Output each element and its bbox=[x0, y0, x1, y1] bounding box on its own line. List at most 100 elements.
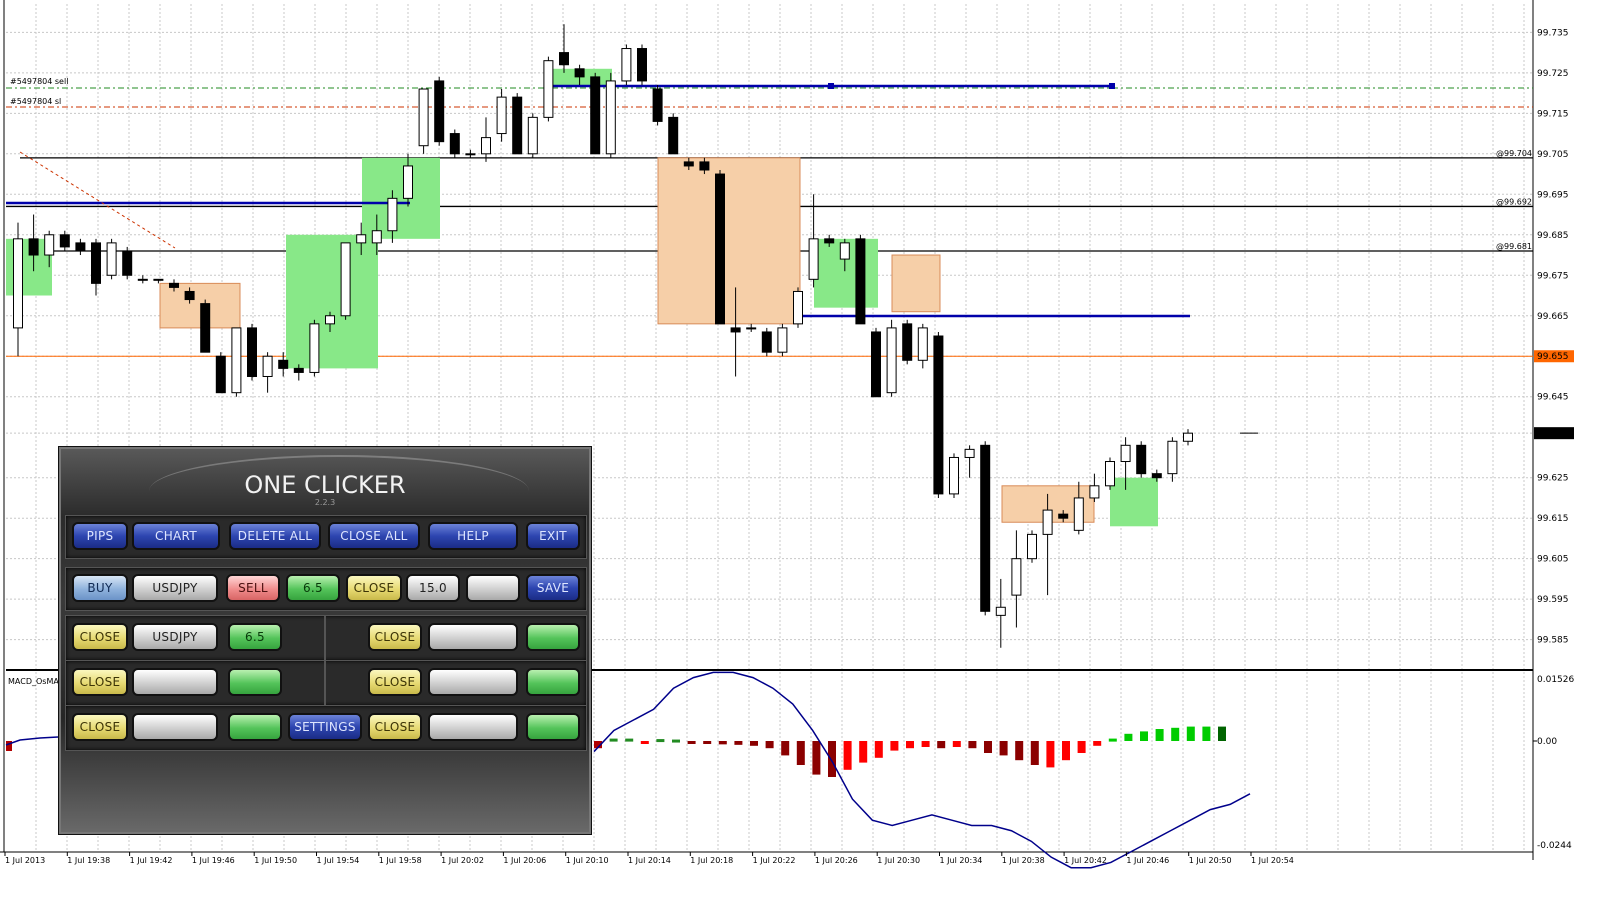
position-symbol-field[interactable] bbox=[428, 713, 518, 741]
trade-line-handle bbox=[828, 83, 834, 89]
candle-body bbox=[1136, 444, 1147, 475]
price-tick-label: 99.665 bbox=[1537, 312, 1569, 322]
help-button[interactable]: HELP bbox=[428, 522, 518, 550]
price-tick-label: 99.685 bbox=[1537, 231, 1569, 241]
candle-body bbox=[574, 68, 585, 78]
osma-bar bbox=[999, 741, 1008, 756]
osma-bar bbox=[1093, 741, 1102, 746]
position-lot-field[interactable] bbox=[228, 668, 282, 696]
osma-bar bbox=[1015, 741, 1024, 761]
pips-value-field[interactable]: 15.0 bbox=[406, 574, 460, 602]
candle-body bbox=[28, 238, 39, 256]
candle-body bbox=[200, 303, 211, 353]
price-tick-label: 99.735 bbox=[1537, 28, 1569, 38]
position-lot-field[interactable] bbox=[526, 668, 580, 696]
time-axis-label: 1 Jul 20:34 bbox=[940, 856, 983, 865]
empty-field[interactable] bbox=[466, 574, 520, 602]
buy-button[interactable]: BUY bbox=[72, 574, 128, 602]
osma-bar bbox=[874, 741, 883, 758]
chart-button[interactable]: CHART bbox=[132, 522, 220, 550]
candle-body bbox=[793, 290, 803, 325]
candle-body bbox=[434, 80, 445, 143]
candle-body bbox=[262, 355, 273, 377]
time-axis-label: 1 Jul 19:50 bbox=[254, 856, 297, 865]
close-button[interactable]: CLOSE bbox=[368, 668, 422, 696]
candle-body bbox=[75, 242, 86, 252]
osma-bar bbox=[1202, 726, 1211, 741]
settings-button[interactable]: SETTINGS bbox=[288, 713, 362, 741]
candle-body bbox=[839, 242, 850, 260]
time-axis-label: 1 Jul 20:54 bbox=[1251, 856, 1294, 865]
candle-body bbox=[59, 234, 70, 248]
time-axis-label: 1 Jul 20:18 bbox=[690, 856, 733, 865]
candle-body bbox=[590, 76, 601, 155]
price-tick-label: 99.705 bbox=[1537, 150, 1569, 160]
osma-bar bbox=[1171, 727, 1180, 741]
position-symbol-field[interactable] bbox=[132, 668, 218, 696]
close-button[interactable]: CLOSE bbox=[368, 623, 422, 651]
position-lot-field[interactable] bbox=[526, 623, 580, 651]
osma-bar bbox=[937, 741, 946, 749]
candle-body bbox=[293, 367, 304, 373]
time-axis-label: 1 Jul 19:46 bbox=[192, 856, 235, 865]
close-button[interactable]: CLOSE bbox=[368, 713, 422, 741]
osma-bar bbox=[625, 738, 634, 742]
close-all-button[interactable]: CLOSE ALL bbox=[328, 522, 420, 550]
close-button[interactable]: CLOSE bbox=[72, 668, 128, 696]
pips-button[interactable]: PIPS bbox=[72, 522, 128, 550]
position-lot-field[interactable]: 6.5 bbox=[228, 623, 282, 651]
sell-button[interactable]: SELL bbox=[226, 574, 280, 602]
divider bbox=[324, 616, 326, 660]
candle-body bbox=[481, 137, 491, 155]
close-button[interactable]: CLOSE bbox=[72, 713, 128, 741]
osma-bar bbox=[750, 741, 758, 746]
save-button[interactable]: SAVE bbox=[526, 574, 580, 602]
candle-body bbox=[371, 230, 382, 244]
candle-body bbox=[340, 242, 351, 317]
position-lot-field[interactable] bbox=[228, 713, 282, 741]
time-axis-label: 1 Jul 19:38 bbox=[67, 856, 110, 865]
range-box bbox=[362, 157, 440, 239]
price-tick-label: 99.605 bbox=[1537, 555, 1569, 565]
time-axis-label: 1 Jul 20:22 bbox=[753, 856, 796, 865]
osma-bar bbox=[640, 741, 649, 744]
position-symbol-field[interactable] bbox=[428, 623, 518, 651]
candle-body bbox=[325, 315, 335, 325]
osma-bar bbox=[1077, 741, 1086, 753]
exit-button[interactable]: EXIT bbox=[526, 522, 580, 550]
osma-bar bbox=[890, 741, 899, 751]
position-symbol-field[interactable] bbox=[132, 713, 218, 741]
position-lot-field[interactable] bbox=[526, 713, 580, 741]
candle-body bbox=[730, 327, 741, 333]
osma-bar bbox=[609, 738, 618, 742]
divider bbox=[324, 661, 326, 705]
delete-all-button[interactable]: DELETE ALL bbox=[229, 522, 321, 550]
time-axis-label: 1 Jul 20:02 bbox=[441, 856, 484, 865]
osma-bar bbox=[952, 741, 961, 747]
candle-body bbox=[1167, 440, 1178, 475]
time-axis-label: 1 Jul 20:14 bbox=[628, 856, 671, 865]
close-button[interactable]: CLOSE bbox=[72, 623, 128, 651]
range-box bbox=[657, 157, 801, 325]
osma-bar bbox=[968, 741, 977, 749]
price-tick-label: 99.645 bbox=[1537, 393, 1569, 403]
candle-body bbox=[449, 133, 460, 155]
position-symbol-field[interactable] bbox=[428, 668, 518, 696]
osma-bar bbox=[672, 739, 680, 743]
candle-body bbox=[309, 323, 320, 373]
candle-body bbox=[1027, 533, 1037, 560]
osma-bar bbox=[1218, 726, 1226, 741]
close-button[interactable]: CLOSE bbox=[346, 574, 402, 602]
price-tick-label: 99.715 bbox=[1537, 109, 1569, 119]
price-tick-label: 99.625 bbox=[1537, 474, 1569, 484]
position-symbol-field[interactable]: USDJPY bbox=[132, 623, 218, 651]
candle-body bbox=[278, 359, 289, 369]
panel-title: ONE CLICKER bbox=[244, 471, 406, 499]
level-label: @99.692 bbox=[1496, 197, 1532, 206]
symbol-field[interactable]: USDJPY bbox=[132, 574, 218, 602]
candle-body bbox=[746, 327, 757, 330]
lot-size-field[interactable]: 6.5 bbox=[286, 574, 340, 602]
candle-body bbox=[995, 606, 1006, 616]
candle-body bbox=[153, 278, 164, 281]
candle-body bbox=[1073, 497, 1084, 531]
